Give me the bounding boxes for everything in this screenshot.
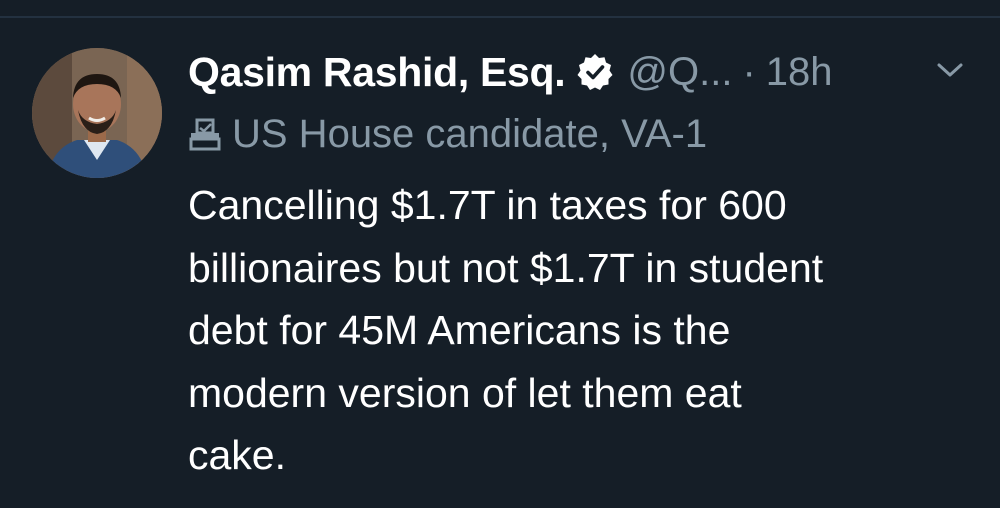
ballot-box-icon xyxy=(188,117,222,151)
avatar[interactable] xyxy=(32,48,162,178)
chevron-down-icon[interactable] xyxy=(936,60,964,80)
tweet-text-line: modern version of let them eat xyxy=(188,369,742,416)
verified-badge-icon xyxy=(575,52,615,92)
tweet-header: Qasim Rashid, Esq. @Q... · 18h xyxy=(188,42,833,102)
avatar-photo xyxy=(32,48,162,178)
user-bio: US House candidate, VA-1 xyxy=(188,108,707,160)
separator-dot: · xyxy=(742,49,756,94)
tweet-text-line: debt for 45M Americans is the xyxy=(188,307,731,353)
tweet-screen: Qasim Rashid, Esq. @Q... · 18h US House … xyxy=(0,0,1000,508)
tweet-text-line: Cancelling $1.7T in taxes for 600 xyxy=(188,182,787,228)
tweet-text: Cancelling $1.7T in taxes for 600 billio… xyxy=(188,174,988,487)
display-name[interactable]: Qasim Rashid, Esq. xyxy=(188,49,566,96)
top-divider xyxy=(0,16,1000,18)
tweet-text-line: billionaires but not $1.7T in student xyxy=(188,244,824,291)
user-handle[interactable]: @Q... xyxy=(627,50,732,95)
bio-text: US House candidate, VA-1 xyxy=(232,111,708,156)
timestamp[interactable]: 18h xyxy=(766,50,833,95)
tweet-text-line: cake. xyxy=(188,432,286,478)
